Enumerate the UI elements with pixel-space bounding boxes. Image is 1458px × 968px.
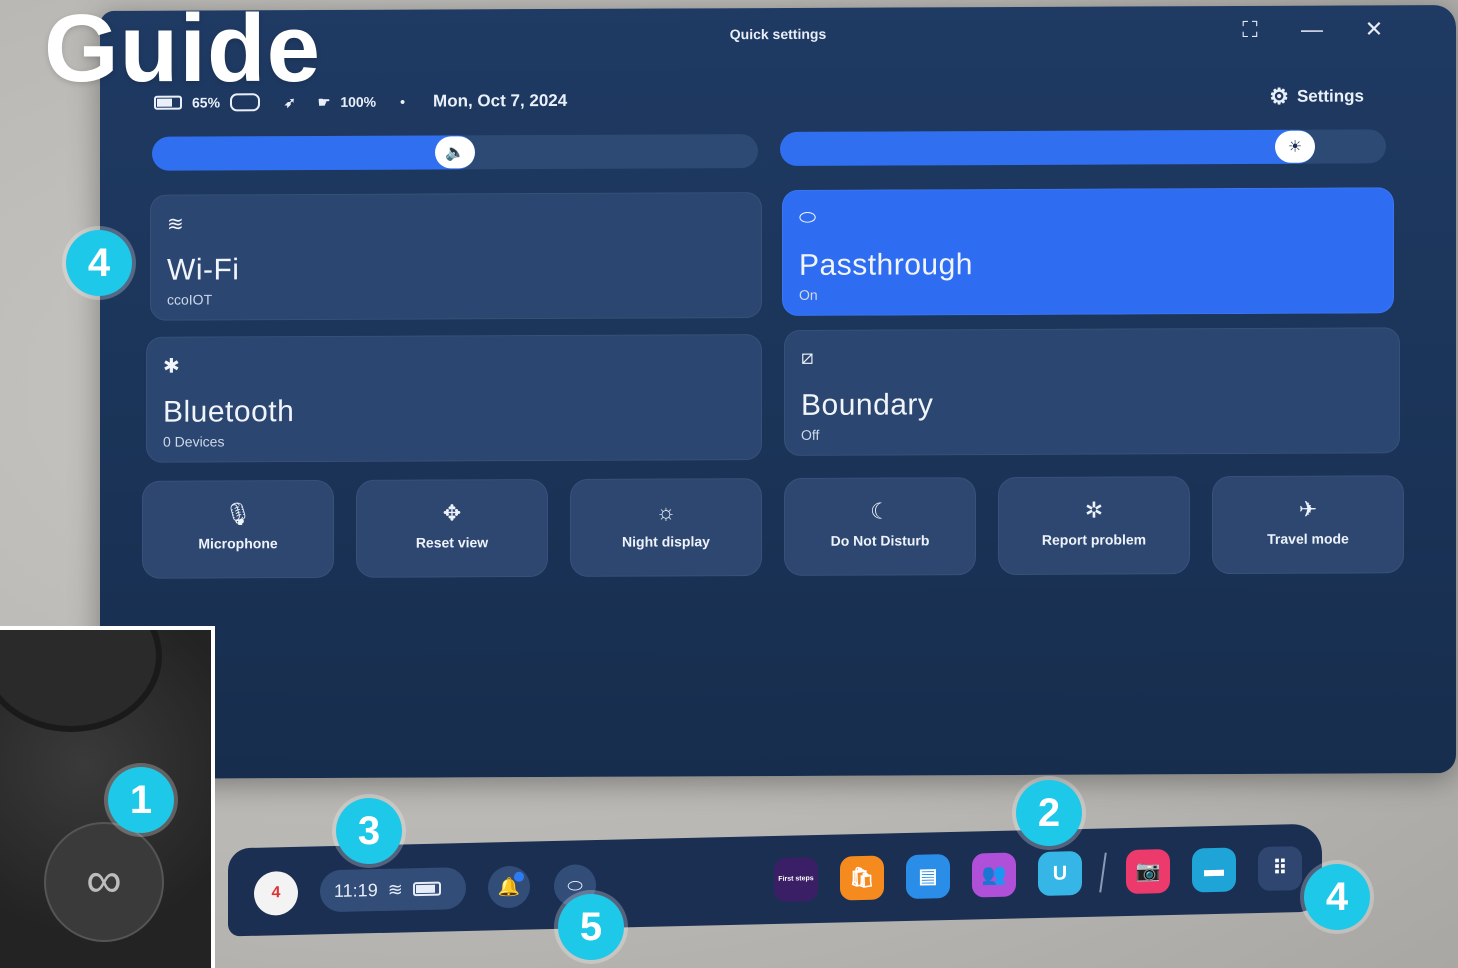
first-steps-app[interactable]: First steps xyxy=(774,857,818,903)
guide-badge-1: 1 xyxy=(108,767,174,833)
volume-icon[interactable]: 🔈 xyxy=(435,136,475,169)
quick-settings-panel: Quick settings ⛶ — ✕ 65% ➶ ☛ 100% • Mon,… xyxy=(100,5,1456,779)
settings-button[interactable]: ⚙ Settings xyxy=(1269,83,1364,109)
button-label: Microphone xyxy=(198,535,278,552)
button-label: Travel mode xyxy=(1267,530,1349,547)
microphone-icon: 🎙 xyxy=(224,501,252,527)
gear-icon: ⚙ xyxy=(1269,83,1289,109)
meta-button-icon: ∞ xyxy=(44,822,164,942)
clock-text: 11:19 xyxy=(334,879,378,901)
notifications-button[interactable]: 🔔 xyxy=(488,865,530,909)
battery-icon xyxy=(412,881,441,897)
moon-icon: ☾ xyxy=(870,498,890,524)
tile-title: Passthrough xyxy=(799,248,973,282)
guide-badge-4b: 4 xyxy=(1304,864,1370,930)
expand-button[interactable]: ⛶ xyxy=(1238,16,1262,44)
passthrough-tile[interactable]: ⬭ Passthrough On xyxy=(782,187,1394,316)
button-label: Reset view xyxy=(415,534,489,551)
tile-title: Bluetooth xyxy=(163,395,295,429)
wifi-icon: ≋ xyxy=(387,878,403,900)
night-display-icon: ☼ xyxy=(655,499,677,525)
store-app-icon[interactable]: 🛍 xyxy=(840,855,884,901)
bluetooth-icon: ✱ xyxy=(163,355,180,378)
guide-badge-2: 2 xyxy=(1016,780,1082,846)
browser-app-icon[interactable]: ▤ xyxy=(906,854,950,900)
bug-icon: ✲ xyxy=(1084,497,1104,523)
tile-subtitle: Off xyxy=(801,426,820,443)
do-not-disturb-button[interactable]: ☾ Do Not Disturb xyxy=(784,477,976,576)
travel-mode-button[interactable]: ✈ Travel mode xyxy=(1212,475,1404,575)
button-label: Do Not Disturb xyxy=(830,532,930,549)
window-controls: ⛶ — ✕ xyxy=(1238,15,1386,44)
bluetooth-tile[interactable]: ✱ Bluetooth 0 Devices xyxy=(146,334,762,463)
minimize-button[interactable]: — xyxy=(1300,16,1324,44)
status-separator: • xyxy=(400,93,406,110)
tile-title: Boundary xyxy=(801,388,934,422)
app-library-icon[interactable]: ⠿ xyxy=(1258,846,1302,892)
microphone-button[interactable]: 🎙 Microphone xyxy=(142,479,334,579)
notification-dot xyxy=(514,871,524,882)
tile-subtitle: 0 Devices xyxy=(163,433,225,450)
u-app-icon[interactable]: U xyxy=(1038,851,1082,897)
brightness-slider[interactable]: ☀ xyxy=(780,129,1386,166)
guide-badge-4: 4 xyxy=(66,230,132,296)
tile-title: Wi-Fi xyxy=(167,253,240,287)
people-app-icon[interactable]: 👥 xyxy=(972,852,1016,898)
files-app-icon[interactable]: ▬ xyxy=(1192,847,1236,893)
close-button[interactable]: ✕ xyxy=(1362,15,1386,43)
volume-slider[interactable]: 🔈 xyxy=(152,134,758,171)
passthrough-icon: ⬭ xyxy=(567,875,583,896)
wifi-tile[interactable]: ≋ Wi-Fi ccoIOT xyxy=(150,192,762,321)
avatar[interactable]: 4 xyxy=(254,870,298,916)
boundary-icon: ⧄ xyxy=(801,346,814,369)
system-status-pill[interactable]: 11:19 ≋ xyxy=(320,867,466,913)
airplane-icon: ✈ xyxy=(1298,496,1318,522)
date-text: Mon, Oct 7, 2024 xyxy=(433,90,568,111)
settings-label: Settings xyxy=(1296,86,1364,106)
thumbstick xyxy=(0,630,162,732)
boundary-tile[interactable]: ⧄ Boundary Off xyxy=(784,327,1400,456)
guide-badge-5: 5 xyxy=(558,894,624,960)
tile-subtitle: ccoIOT xyxy=(167,291,213,308)
wifi-icon: ≋ xyxy=(167,213,184,236)
taskbar-divider xyxy=(1099,852,1107,893)
move-icon: ✥ xyxy=(442,500,462,526)
report-problem-button[interactable]: ✲ Report problem xyxy=(998,476,1190,576)
controller-battery: 100% xyxy=(340,93,377,110)
reset-view-button[interactable]: ✥ Reset view xyxy=(356,479,548,578)
tile-subtitle: On xyxy=(799,286,818,303)
brightness-icon[interactable]: ☀ xyxy=(1275,130,1316,163)
guide-badge-3: 3 xyxy=(336,798,402,864)
camera-app-icon[interactable]: 📷 xyxy=(1126,849,1170,895)
passthrough-icon: ⬭ xyxy=(799,206,817,229)
button-label: Night display xyxy=(622,533,710,550)
night-display-button[interactable]: ☼ Night display xyxy=(570,478,762,577)
button-label: Report problem xyxy=(1041,531,1147,548)
guide-title: Guide xyxy=(44,0,322,102)
